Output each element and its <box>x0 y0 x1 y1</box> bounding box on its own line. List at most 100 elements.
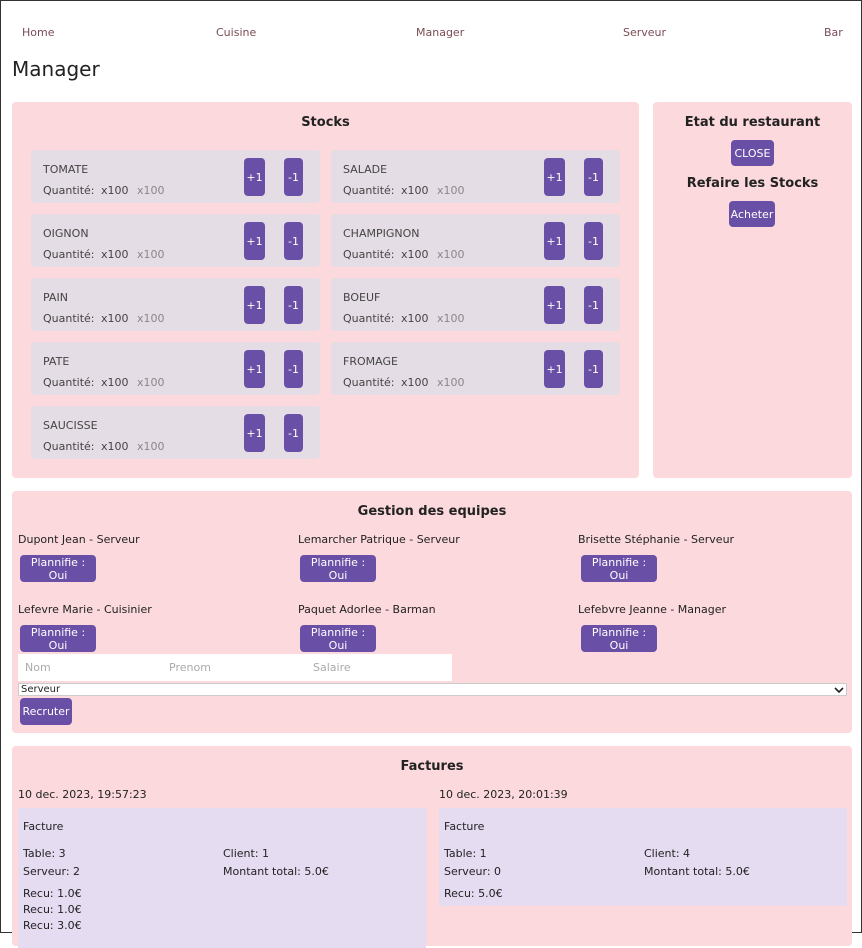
employee-name: Dupont Jean - Serveur <box>18 533 140 546</box>
invoice-recu: Recu: 3.0€ <box>23 919 82 932</box>
stock-minus-button[interactable]: -1 <box>584 350 603 388</box>
etat-title: Etat du restaurant <box>684 115 821 130</box>
recruter-button[interactable]: Recruter <box>20 698 72 725</box>
salaire-input[interactable] <box>311 654 451 681</box>
plannifie-button[interactable]: Plannifie : Oui <box>581 555 657 582</box>
stock-card: FROMAGE Quantité: x100 x100 +1 -1 <box>331 342 620 395</box>
equipes-title: Gestion des equipes <box>357 504 507 519</box>
stock-qty-value: x100 <box>401 312 429 325</box>
stock-qty-value: x100 <box>101 312 129 325</box>
stock-card: CHAMPIGNON Quantité: x100 x100 +1 -1 <box>331 214 620 267</box>
etat-panel: Etat du restaurant CLOSE Refaire les Sto… <box>653 102 852 478</box>
invoice-recu: Recu: 5.0€ <box>444 887 503 900</box>
stock-minus-button[interactable]: -1 <box>284 414 303 452</box>
stock-minus-button[interactable]: -1 <box>284 286 303 324</box>
stock-card: PATE Quantité: x100 x100 +1 -1 <box>31 342 320 395</box>
stock-name: SALADE <box>343 163 388 176</box>
stock-minus-button[interactable]: -1 <box>284 222 303 260</box>
close-restaurant-button[interactable]: CLOSE <box>731 140 774 166</box>
invoice-montant: Montant total: 5.0€ <box>223 865 329 878</box>
invoice-serveur: Serveur: 0 <box>444 865 502 878</box>
stock-qty-label: Quantité: <box>43 184 95 197</box>
stock-qty-secondary: x100 <box>437 248 465 261</box>
stock-plus-button[interactable]: +1 <box>544 286 565 324</box>
role-select-value: Serveur <box>21 684 61 695</box>
stock-minus-button[interactable]: -1 <box>284 350 303 388</box>
employee-name: Lemarcher Patrique - Serveur <box>298 533 460 546</box>
stock-qty-value: x100 <box>401 248 429 261</box>
stock-name: CHAMPIGNON <box>343 227 420 240</box>
invoice-heading: Facture <box>444 820 485 833</box>
stock-plus-button[interactable]: +1 <box>244 222 265 260</box>
stock-qty-label: Quantité: <box>43 440 95 453</box>
stock-plus-button[interactable]: +1 <box>244 158 265 196</box>
nav-bar-link[interactable]: Bar <box>824 26 843 39</box>
stock-name: PAIN <box>43 291 68 304</box>
stock-plus-button[interactable]: +1 <box>544 222 565 260</box>
stock-qty-secondary: x100 <box>137 184 165 197</box>
invoice-card: Facture Table: 1 Client: 4 Serveur: 0 Mo… <box>439 808 847 906</box>
stock-qty-secondary: x100 <box>437 376 465 389</box>
refaire-stocks-title: Refaire les Stocks <box>686 176 819 191</box>
nom-input[interactable] <box>23 654 163 681</box>
plannifie-button[interactable]: Plannifie : Oui <box>20 625 96 652</box>
stock-qty-secondary: x100 <box>137 440 165 453</box>
invoice-montant: Montant total: 5.0€ <box>644 865 750 878</box>
plannifie-button[interactable]: Plannifie : Oui <box>581 625 657 652</box>
invoice-table: Table: 3 <box>23 847 66 860</box>
prenom-input[interactable] <box>167 654 307 681</box>
stock-qty-value: x100 <box>101 184 129 197</box>
stock-minus-button[interactable]: -1 <box>584 222 603 260</box>
stock-name: OIGNON <box>43 227 89 240</box>
stock-qty-label: Quantité: <box>43 376 95 389</box>
stock-card: BOEUF Quantité: x100 x100 +1 -1 <box>331 278 620 331</box>
stock-plus-button[interactable]: +1 <box>244 414 265 452</box>
stock-qty-value: x100 <box>101 440 129 453</box>
nav-manager-link[interactable]: Manager <box>416 26 464 39</box>
nav-cuisine-link[interactable]: Cuisine <box>216 26 256 39</box>
stock-qty-label: Quantité: <box>343 248 395 261</box>
page-title: Manager <box>12 57 100 81</box>
top-nav: Home Cuisine Manager Serveur Bar <box>1 1 861 49</box>
stock-qty-secondary: x100 <box>137 376 165 389</box>
invoice-client: Client: 1 <box>223 847 270 860</box>
plannifie-button[interactable]: Plannifie : Oui <box>300 555 376 582</box>
stock-plus-button[interactable]: +1 <box>244 286 265 324</box>
factures-title: Factures <box>400 759 464 774</box>
stock-qty-label: Quantité: <box>43 248 95 261</box>
stock-qty-secondary: x100 <box>137 312 165 325</box>
role-select[interactable]: Serveur <box>18 683 847 696</box>
stock-card: OIGNON Quantité: x100 x100 +1 -1 <box>31 214 320 267</box>
stock-minus-button[interactable]: -1 <box>284 158 303 196</box>
invoice-heading: Facture <box>23 820 64 833</box>
nav-serveur-link[interactable]: Serveur <box>623 26 666 39</box>
stock-qty-label: Quantité: <box>43 312 95 325</box>
stocks-title: Stocks <box>301 115 350 130</box>
chevron-down-icon <box>834 686 844 694</box>
stock-name: SAUCISSE <box>43 419 98 432</box>
stock-plus-button[interactable]: +1 <box>544 350 565 388</box>
stock-qty-secondary: x100 <box>437 184 465 197</box>
recruit-form-fields <box>18 654 452 681</box>
invoice-recu: Recu: 1.0€ <box>23 887 82 900</box>
nav-home-link[interactable]: Home <box>22 26 54 39</box>
invoice-card: Facture Table: 3 Client: 1 Serveur: 2 Mo… <box>18 808 426 948</box>
employee-name: Paquet Adorlee - Barman <box>298 603 436 616</box>
plannifie-button[interactable]: Plannifie : Oui <box>20 555 96 582</box>
stock-qty-value: x100 <box>101 376 129 389</box>
stock-plus-button[interactable]: +1 <box>544 158 565 196</box>
plannifie-button[interactable]: Plannifie : Oui <box>300 625 376 652</box>
stock-qty-value: x100 <box>101 248 129 261</box>
stock-card: SALADE Quantité: x100 x100 +1 -1 <box>331 150 620 203</box>
acheter-button[interactable]: Acheter <box>729 201 775 227</box>
stock-minus-button[interactable]: -1 <box>584 286 603 324</box>
stock-plus-button[interactable]: +1 <box>244 350 265 388</box>
invoice-table: Table: 1 <box>444 847 487 860</box>
stock-qty-label: Quantité: <box>343 312 395 325</box>
stock-qty-label: Quantité: <box>343 376 395 389</box>
stock-card: PAIN Quantité: x100 x100 +1 -1 <box>31 278 320 331</box>
invoice-serveur: Serveur: 2 <box>23 865 81 878</box>
stock-minus-button[interactable]: -1 <box>584 158 603 196</box>
stock-card: TOMATE Quantité: x100 x100 +1 -1 <box>31 150 320 203</box>
employee-name: Brisette Stéphanie - Serveur <box>578 533 735 546</box>
